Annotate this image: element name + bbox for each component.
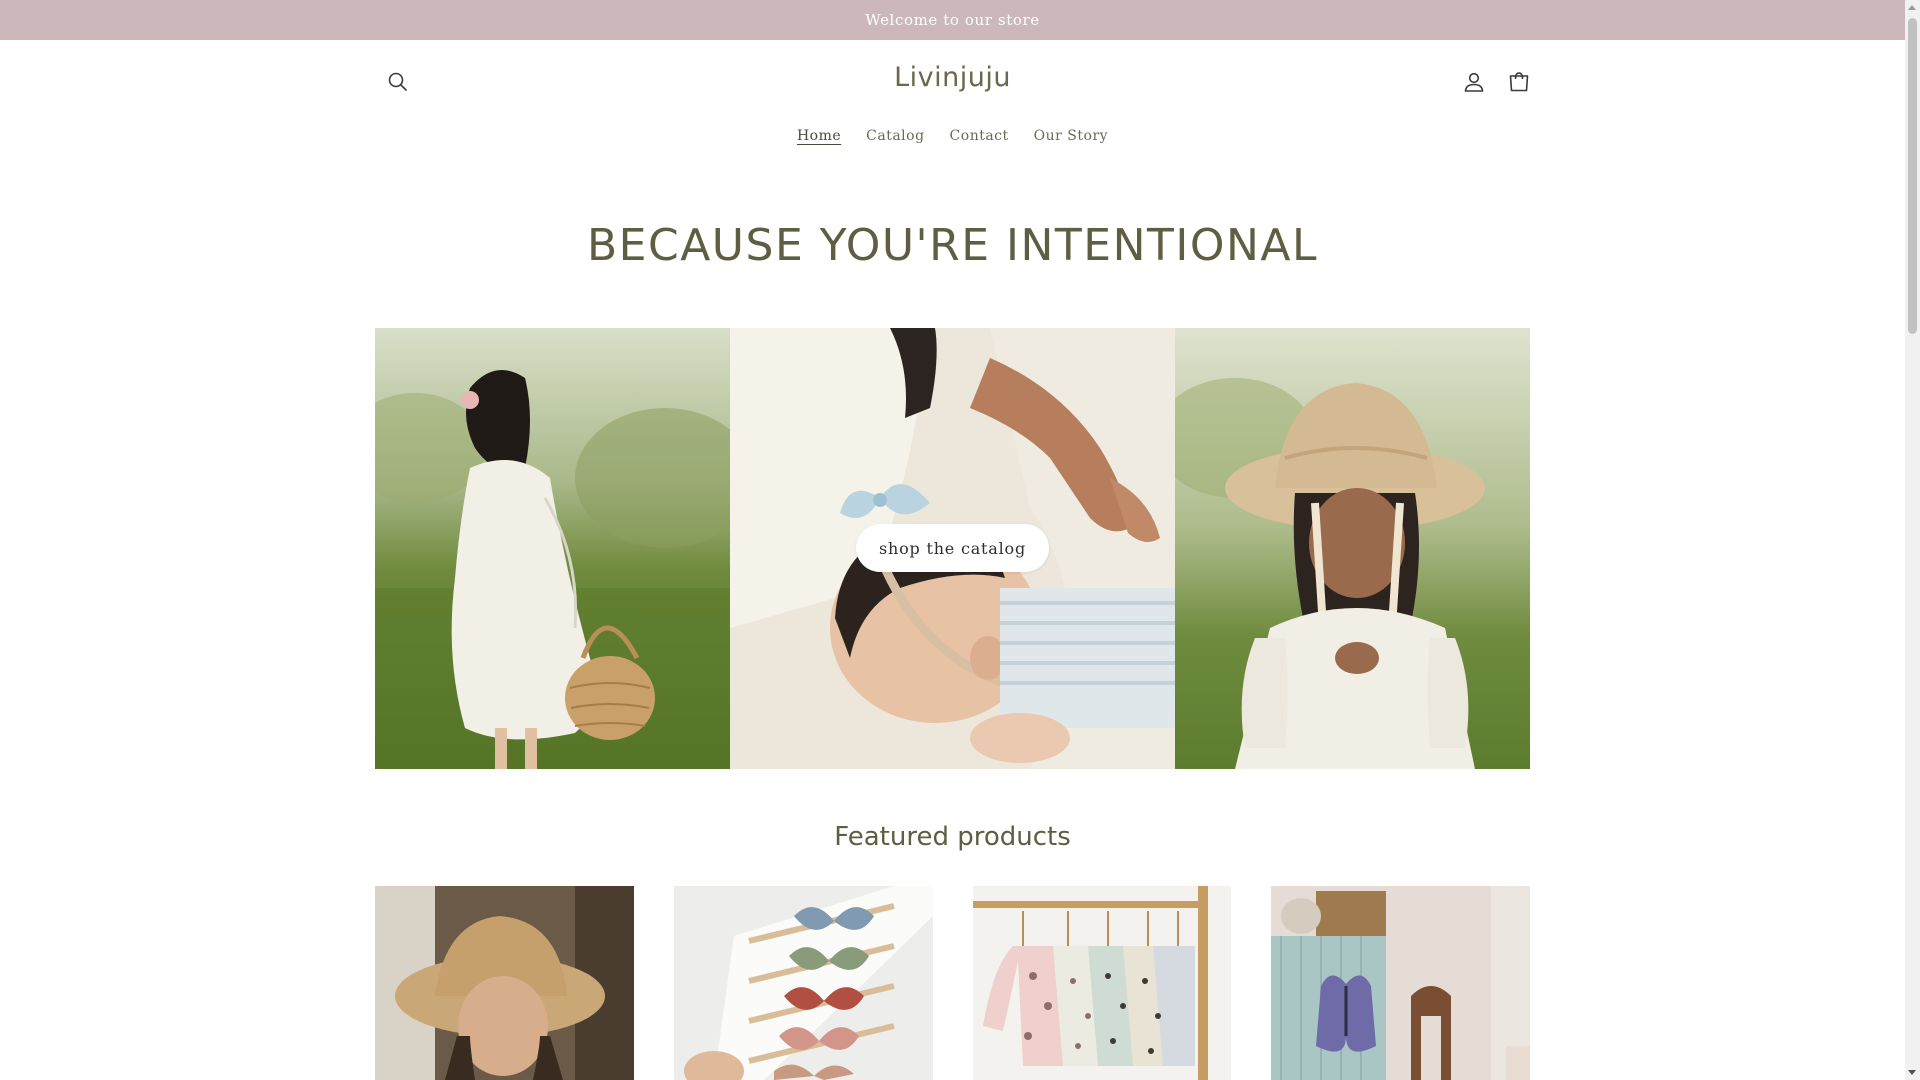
- product-image-girl-hat: [375, 886, 634, 1080]
- announcement-bar: Welcome to our store: [0, 0, 1905, 40]
- product-card-3[interactable]: [972, 886, 1232, 1080]
- product-image-sweatshirts: [972, 886, 1232, 1080]
- scrollbar-thumb[interactable]: [1908, 18, 1917, 334]
- account-button[interactable]: [1454, 62, 1494, 102]
- announcement-text: Welcome to our store: [865, 11, 1040, 29]
- cart-icon: [1509, 72, 1529, 92]
- hero-image-girl-straw-hat: [1175, 328, 1530, 769]
- product-card-2[interactable]: [673, 886, 933, 1080]
- hero-image-girl-basket: [375, 328, 730, 769]
- featured-products-grid: [375, 886, 1530, 1080]
- product-card-1[interactable]: [375, 886, 634, 1080]
- nav-contact[interactable]: Contact: [950, 128, 1009, 144]
- scroll-down-icon[interactable]: [1908, 1070, 1916, 1075]
- featured-products-title: Featured products: [834, 822, 1071, 852]
- nav-our-story[interactable]: Our Story: [1034, 128, 1108, 144]
- hero-heading: BECAUSE YOU'RE INTENTIONAL: [587, 220, 1318, 271]
- main-nav: Home Catalog Contact Our Story: [0, 128, 1905, 144]
- nav-catalog[interactable]: Catalog: [866, 128, 924, 144]
- scroll-up-icon[interactable]: [1908, 5, 1916, 10]
- product-image-hair-bows: [673, 886, 933, 1080]
- product-card-4[interactable]: [1271, 886, 1530, 1080]
- cart-button[interactable]: [1499, 62, 1539, 102]
- storefront-page: Welcome to our store Livinjuju Home Cata…: [0, 0, 1905, 1080]
- site-header: Livinjuju Home Catalog Contact Our Story: [0, 40, 1905, 165]
- page-scrollbar[interactable]: [1905, 0, 1920, 1080]
- product-image-butterfly-wings: [1271, 886, 1530, 1080]
- shop-catalog-button[interactable]: shop the catalog: [856, 524, 1049, 572]
- store-logo[interactable]: Livinjuju: [0, 62, 1905, 93]
- account-icon: [1464, 72, 1484, 92]
- nav-home[interactable]: Home: [797, 128, 841, 144]
